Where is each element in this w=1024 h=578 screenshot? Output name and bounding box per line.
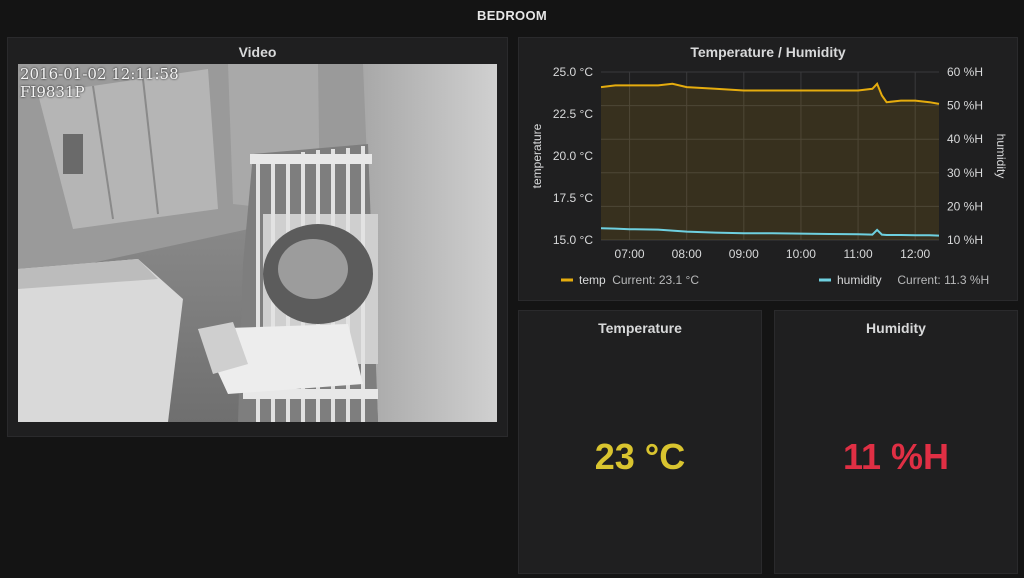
y-left-tick-label: 15.0 °C: [553, 233, 593, 247]
temperature-panel-title[interactable]: Temperature: [519, 314, 761, 340]
humidity-panel-title[interactable]: Humidity: [775, 314, 1017, 340]
y-left-axis-label: temperature: [530, 123, 544, 188]
temperature-value: 23 °C: [594, 436, 686, 477]
video-camera-id: FI9831P: [20, 83, 85, 101]
x-tick-label: 09:00: [729, 247, 759, 261]
x-tick-label: 10:00: [786, 247, 816, 261]
video-feed[interactable]: 2016-01-02 12:11:58 FI9831P: [18, 64, 497, 422]
y-right-tick-label: 50 %H: [947, 99, 983, 113]
temperature-humidity-chart[interactable]: 60 %H 50 %H 40 %H 30 %H 20 %H 10 %H 25.0 °C 22.…: [519, 38, 1017, 300]
legend-label-humidity: humidity: [837, 273, 882, 287]
video-panel-title[interactable]: Video: [8, 38, 507, 64]
y-left-tick-label: 20.0 °C: [553, 149, 593, 163]
y-right-tick-label: 10 %H: [947, 233, 983, 247]
y-right-tick-label: 40 %H: [947, 132, 983, 146]
y-left-tick-label: 17.5 °C: [553, 191, 593, 205]
dashboard-title[interactable]: BEDROOM: [0, 0, 1024, 32]
chart-panel: Temperature / Humidity 60 %H 50 %H 40 %H 30…: [518, 37, 1018, 301]
y-left-tick-label: 22.5 °C: [553, 107, 593, 121]
legend-current-temp: Current: 23.1 °C: [612, 273, 699, 287]
legend-current-humidity: Current: 11.3 %H: [897, 273, 989, 287]
video-image: [18, 64, 497, 422]
video-timestamp: 2016-01-02 12:11:58: [20, 65, 179, 83]
y-right-tick-label: 60 %H: [947, 65, 983, 79]
y-right-axis-label: humidity: [994, 134, 1008, 179]
humidity-value: 11 %H: [842, 436, 950, 477]
video-panel: Video 2016-01-02 12:11:58 FI9831P: [7, 37, 508, 437]
humidity-panel: Humidity 11 %H: [774, 310, 1018, 574]
y-left-tick-label: 25.0 °C: [553, 65, 593, 79]
temperature-panel: Temperature 23 °C: [518, 310, 762, 574]
x-tick-label: 11:00: [844, 247, 873, 261]
x-tick-label: 12:00: [900, 247, 930, 261]
y-right-tick-label: 30 %H: [947, 166, 983, 180]
x-tick-label: 08:00: [672, 247, 702, 261]
legend-label-temp: temp: [579, 273, 606, 287]
y-right-tick-label: 20 %H: [947, 199, 983, 213]
series-area-temp: [601, 83, 939, 240]
x-tick-label: 07:00: [615, 247, 645, 261]
